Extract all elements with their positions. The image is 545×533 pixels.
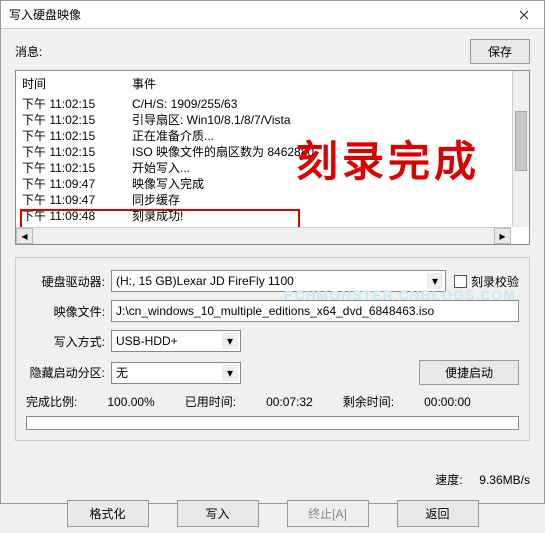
hidden-value: 无	[116, 364, 128, 381]
format-button[interactable]: 格式化	[67, 500, 149, 527]
image-label: 映像文件:	[26, 303, 111, 320]
chevron-down-icon: ▾	[427, 273, 443, 289]
speed-label: 速度:	[435, 473, 462, 487]
log-event: 引导扇区: Win10/8.1/8/7/Vista	[132, 112, 523, 128]
image-path-value: J:\cn_windows_10_multiple_editions_x64_d…	[116, 304, 434, 318]
progress-bar	[26, 416, 519, 430]
log-time: 下午 11:09:47	[22, 176, 132, 192]
log-time: 下午 11:02:15	[22, 112, 132, 128]
log-time: 下午 11:09:47	[22, 192, 132, 208]
drive-label: 硬盘驱动器:	[26, 273, 111, 290]
chevron-down-icon: ▾	[222, 365, 238, 381]
log-event: 同步缓存	[132, 192, 523, 208]
scroll-right-icon[interactable]: ▸	[494, 228, 511, 244]
settings-group: 硬盘驱动器: (H:, 15 GB)Lexar JD FireFly 1100 …	[15, 257, 530, 441]
log-time: 下午 11:09:48	[22, 208, 132, 224]
hidden-select[interactable]: 无 ▾	[111, 362, 241, 384]
checkbox-box	[454, 275, 467, 288]
log-row[interactable]: 下午 11:02:15开始写入...	[22, 160, 523, 176]
log-row[interactable]: 下午 11:09:47映像写入完成	[22, 176, 523, 192]
boot-button[interactable]: 便捷启动	[419, 360, 519, 385]
close-icon	[519, 10, 529, 20]
elapsed-label: 已用时间:	[185, 393, 236, 410]
log-event: 映像写入完成	[132, 176, 523, 192]
remain-value: 00:00:00	[424, 395, 471, 409]
speed-row: 速度: 9.36MB/s	[1, 461, 544, 494]
progress-value: 100.00%	[107, 395, 154, 409]
h-scrollbar[interactable]: ◂ ▸	[16, 227, 511, 244]
log-row[interactable]: 下午 11:02:15ISO 映像文件的扇区数为 8462880	[22, 144, 523, 160]
close-button[interactable]	[504, 1, 544, 28]
log-row[interactable]: 下午 11:02:15C/H/S: 1909/255/63	[22, 96, 523, 112]
abort-button[interactable]: 终止[A]	[287, 500, 369, 527]
method-select[interactable]: USB-HDD+ ▾	[111, 330, 241, 352]
log-event: ISO 映像文件的扇区数为 8462880	[132, 144, 523, 160]
log-event: 刻录成功!	[132, 208, 523, 224]
log-row[interactable]: 下午 11:09:47同步缓存	[22, 192, 523, 208]
titlebar: 写入硬盘映像	[1, 1, 544, 29]
progress-label: 完成比例:	[26, 393, 77, 410]
message-label: 消息:	[15, 43, 470, 60]
scroll-thumb[interactable]	[515, 111, 527, 171]
hidden-label: 隐藏启动分区:	[26, 364, 111, 381]
elapsed-value: 00:07:32	[266, 395, 313, 409]
verify-label: 刻录校验	[471, 273, 519, 290]
drive-value: (H:, 15 GB)Lexar JD FireFly 1100	[116, 274, 294, 288]
back-button[interactable]: 返回	[397, 500, 479, 527]
method-label: 写入方式:	[26, 333, 111, 350]
log-header: 时间 事件	[16, 71, 529, 96]
log-col-time: 时间	[22, 75, 132, 92]
progress-row: 完成比例: 100.00% 已用时间: 00:07:32 剩余时间: 00:00…	[26, 393, 519, 410]
dialog-window: 写入硬盘映像 消息: 保存 时间 事件 下午 11:02:15C/H/S: 19…	[0, 0, 545, 504]
write-button[interactable]: 写入	[177, 500, 259, 527]
log-row[interactable]: 下午 11:02:15正在准备介质...	[22, 128, 523, 144]
save-button[interactable]: 保存	[470, 39, 530, 64]
log-event: C/H/S: 1909/255/63	[132, 96, 523, 112]
remain-label: 剩余时间:	[343, 393, 394, 410]
log-time: 下午 11:02:15	[22, 96, 132, 112]
verify-checkbox[interactable]: 刻录校验	[454, 273, 519, 290]
window-title: 写入硬盘映像	[9, 6, 536, 23]
log-event: 正在准备介质...	[132, 128, 523, 144]
log-body: 下午 11:02:15C/H/S: 1909/255/63下午 11:02:15…	[16, 96, 529, 226]
image-path-input[interactable]: J:\cn_windows_10_multiple_editions_x64_d…	[111, 300, 519, 322]
scroll-left-icon[interactable]: ◂	[16, 228, 33, 244]
log-row[interactable]: 下午 11:02:15引导扇区: Win10/8.1/8/7/Vista	[22, 112, 523, 128]
log-event: 开始写入...	[132, 160, 523, 176]
log-panel: 时间 事件 下午 11:02:15C/H/S: 1909/255/63下午 11…	[15, 70, 530, 245]
v-scrollbar[interactable]	[512, 71, 529, 227]
log-time: 下午 11:02:15	[22, 160, 132, 176]
log-row[interactable]: 下午 11:09:48刻录成功!	[22, 208, 523, 224]
speed-value: 9.36MB/s	[479, 473, 530, 487]
log-time: 下午 11:02:15	[22, 144, 132, 160]
log-col-event: 事件	[132, 75, 523, 92]
method-value: USB-HDD+	[116, 334, 178, 348]
chevron-down-icon: ▾	[222, 333, 238, 349]
log-time: 下午 11:02:15	[22, 128, 132, 144]
button-row: 格式化 写入 终止[A] 返回	[1, 494, 544, 533]
drive-select[interactable]: (H:, 15 GB)Lexar JD FireFly 1100 ▾	[111, 270, 446, 292]
